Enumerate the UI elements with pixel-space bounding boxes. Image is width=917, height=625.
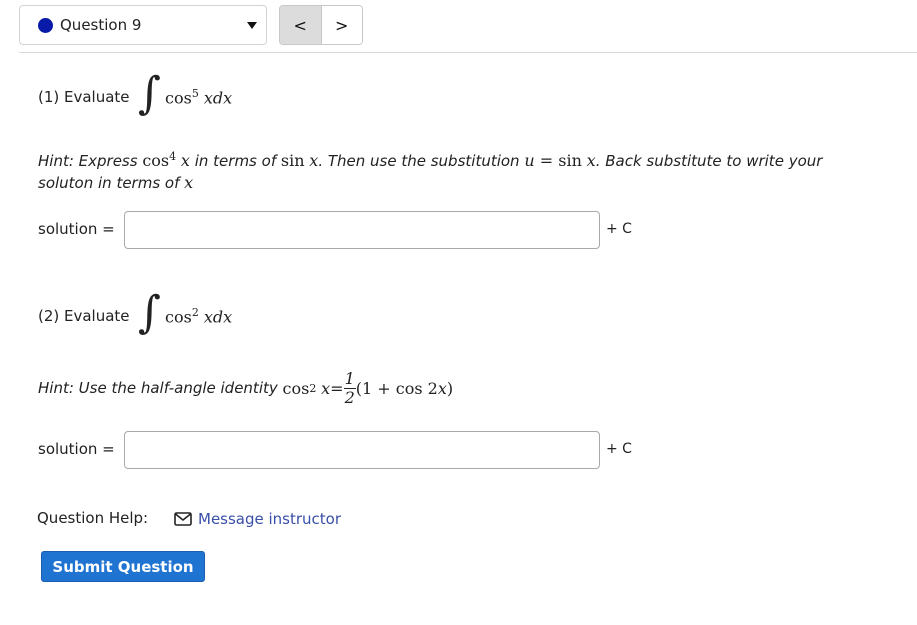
part2-solution-label: solution = — [38, 440, 115, 458]
question-select-label: Question 9 — [60, 16, 142, 34]
mail-icon — [174, 512, 192, 526]
part2-integrand: cos2 xdx — [165, 306, 233, 327]
question-select[interactable]: Question 9 — [19, 5, 267, 45]
question-nav: < > — [279, 5, 363, 45]
part2-integral-sign: ∫ — [138, 287, 161, 338]
question-status-dot — [38, 17, 53, 33]
part2-solution-input[interactable] — [124, 431, 600, 469]
submit-question-button[interactable]: Submit Question — [41, 551, 205, 582]
part1-integral-sign: ∫ — [138, 68, 161, 119]
part1-plus-c: + C — [606, 221, 632, 237]
part1-label: (1) Evaluate — [38, 88, 130, 106]
part2-plus-c: + C — [606, 441, 632, 457]
message-instructor-label: Message instructor — [198, 510, 342, 528]
part1-solution-input[interactable] — [124, 211, 600, 249]
half-fraction: 12 — [343, 368, 356, 407]
part2-label: (2) Evaluate — [38, 307, 130, 325]
question-help-label: Question Help: — [37, 509, 149, 527]
part1-integrand: cos5 xdx — [165, 87, 233, 108]
dropdown-caret-icon — [247, 22, 257, 29]
part1-solution-label: solution = — [38, 220, 115, 238]
part1-hint: Hint: Express cos4 x in terms of sin x. … — [38, 150, 823, 192]
part2-hint: Hint: Use the half-angle identity cos 2 x… — [38, 368, 454, 407]
next-question-button[interactable]: > — [321, 6, 362, 44]
message-instructor-link[interactable]: Message instructor — [174, 510, 341, 528]
header-divider — [19, 52, 917, 53]
previous-question-button[interactable]: < — [280, 6, 322, 44]
